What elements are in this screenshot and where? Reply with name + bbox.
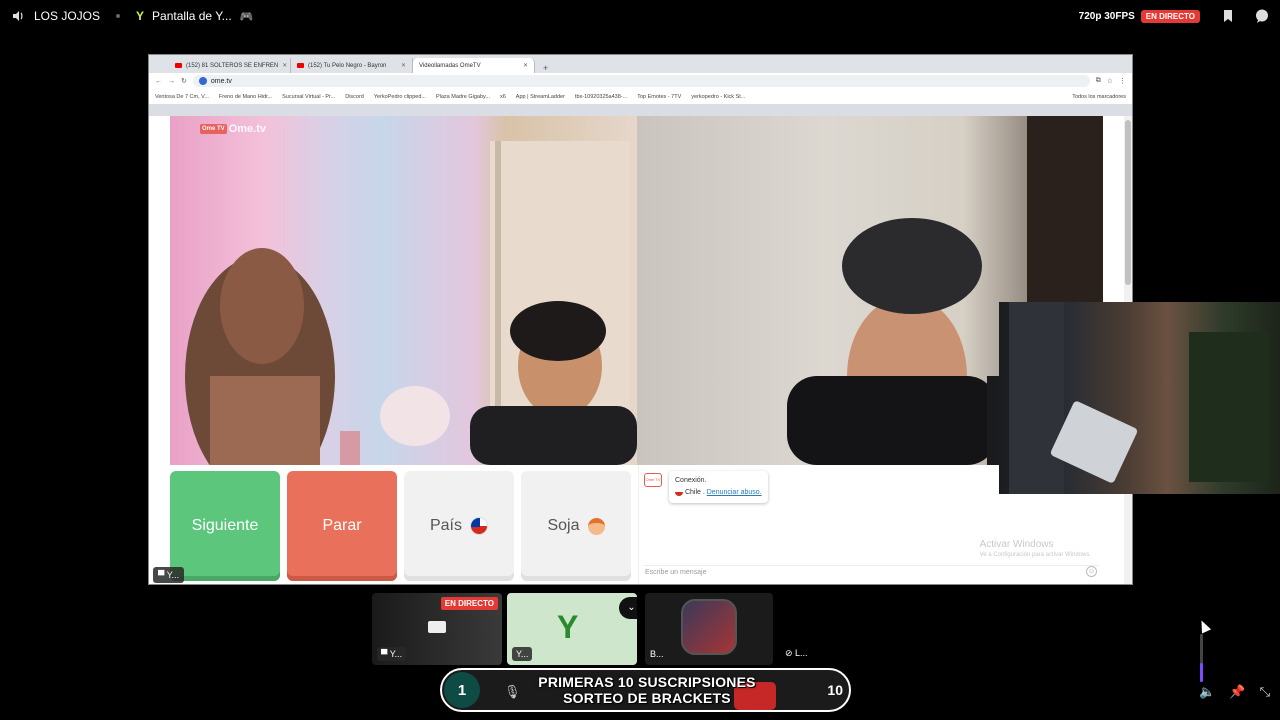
close-tab-icon[interactable]: ✕: [401, 62, 406, 69]
ometv-page: Ome TV Ome.tv Siguiente Parar País Soja O…: [149, 116, 1132, 584]
chile-flag-icon: [470, 517, 488, 535]
country-name: Chile: [684, 489, 701, 496]
sub-count-current: 1: [444, 672, 480, 708]
forward-icon[interactable]: →: [168, 78, 175, 85]
speaker-icon[interactable]: [10, 8, 26, 24]
stream-control-bar: 1 🎙 PRIMERAS 10 SUSCRIPSIONES SORTEO DE …: [440, 668, 851, 712]
emoji-icon[interactable]: ☺: [1086, 566, 1097, 577]
browser-tab[interactable]: (152) 81 SOLTEROS SE ENFREN ✕: [169, 58, 291, 73]
gender-button[interactable]: Soja: [521, 471, 631, 581]
stop-button[interactable]: Parar: [287, 471, 397, 581]
new-tab-icon[interactable]: +: [535, 63, 556, 73]
next-button[interactable]: Siguiente: [170, 471, 280, 581]
gamepad-icon: 🎮: [239, 10, 254, 23]
browser-tab-strip: (152) 81 SOLTEROS SE ENFREN ✕ (152) Tu Pe…: [149, 55, 1132, 73]
reload-icon[interactable]: ↻: [181, 77, 187, 85]
volume-fill: [1200, 662, 1203, 682]
bookmark-item-all[interactable]: Todos los marcadores: [1072, 94, 1126, 100]
streamer-camera-overlay: [999, 302, 1280, 494]
boy-emoji-icon: [587, 517, 605, 535]
bookmark-item[interactable]: YerkoPedro clipped...: [374, 94, 426, 100]
stream-title[interactable]: Pantalla de Y...: [152, 9, 232, 23]
back-icon[interactable]: ←: [155, 78, 162, 85]
tile-label: Y...: [512, 647, 533, 661]
browser-tab-active[interactable]: Videollamadas OmeTV ✕: [413, 58, 535, 73]
close-tab-icon[interactable]: ✕: [523, 62, 528, 69]
tile-menu-button[interactable]: ⌄ 👥: [619, 597, 637, 619]
bookmark-item[interactable]: App | StreamLadder: [516, 94, 565, 100]
bookmark-item[interactable]: Plaza Madre Gigaby...: [436, 94, 490, 100]
youtube-icon: [297, 63, 304, 68]
menu-dots-icon[interactable]: ⋮: [1119, 77, 1126, 85]
chile-flag-small-icon: [675, 488, 683, 497]
muted-icon: ⊘: [785, 648, 796, 658]
browser-tab[interactable]: (152) Tu Pelo Negro - Bayron ✕: [291, 58, 413, 73]
bookmarks-bar: Ventosa De 7 Cm, V... Freno de Mano Hidr…: [149, 89, 1132, 105]
bookmark-icon[interactable]: [1220, 8, 1236, 24]
scrollbar-thumb[interactable]: [1125, 120, 1131, 285]
participant-tile-active[interactable]: Y ⌄ 👥 Y...: [507, 593, 637, 665]
chat-message-input[interactable]: Escribe un mensaje: [643, 565, 1099, 579]
connection-message: Conexión. Chile . Denunciar abuso.: [669, 471, 768, 503]
mouse-cursor-icon: [1196, 618, 1212, 634]
country-button[interactable]: País: [404, 471, 514, 581]
address-bar-row: ← → ↻ ome.tv ⧉ ☆ ⋮: [149, 73, 1132, 89]
stream-view-controls: 🔈 📌 ⤡: [1199, 684, 1270, 700]
windows-activation-watermark: Activar Windows Ve a Configuración para …: [979, 539, 1091, 558]
ometv-logo-badge: Ome TV: [200, 124, 227, 135]
quality-label: 720p 30FPS: [1078, 10, 1135, 22]
server-name[interactable]: LOS JOJOS: [34, 9, 100, 23]
ometv-logo: Ome TV Ome.tv: [200, 123, 266, 135]
chat-bubble-icon[interactable]: [1254, 8, 1270, 24]
report-abuse-link[interactable]: Denunciar abuso.: [707, 489, 762, 496]
bookmark-item[interactable]: tbx-10920325a438-...: [575, 94, 627, 100]
tile-label: ▀ Y...: [377, 647, 407, 661]
bookmark-item[interactable]: Top Emotes - 7TV: [637, 94, 681, 100]
top-bar: LOS JOJOS Y Pantalla de Y... 🎮 720p 30FP…: [0, 0, 1280, 32]
star-icon[interactable]: ☆: [1107, 77, 1113, 85]
bookmark-item[interactable]: Sucursal Virtual - Pr...: [282, 94, 335, 100]
close-tab-icon[interactable]: ✕: [282, 62, 287, 69]
shared-screen: (152) 81 SOLTEROS SE ENFREN ✕ (152) Tu Pe…: [148, 54, 1133, 585]
screen-sharer-tag: ▀ Y...: [153, 567, 185, 583]
tile-label: B...: [650, 649, 664, 659]
live-badge: EN DIRECTO: [1140, 9, 1200, 23]
volume-slider[interactable]: [1200, 634, 1203, 682]
yp-avatar-icon: Y: [557, 609, 579, 645]
tile-label: ⊘ L...: [785, 648, 808, 658]
bookmark-item[interactable]: Discord: [345, 94, 364, 100]
bookmark-item[interactable]: yerkopedro - Kick St...: [691, 94, 745, 100]
screen-share-icon: [428, 621, 446, 633]
separator-dot: [116, 14, 121, 18]
youtube-icon: [175, 63, 182, 68]
sub-count-goal: 10: [827, 682, 843, 698]
subscription-goal-banner: PRIMERAS 10 SUSCRIPSIONES SORTEO DE BRAC…: [538, 674, 756, 706]
pin-icon[interactable]: 📌: [1229, 684, 1245, 700]
volume-icon[interactable]: 🔈: [1199, 684, 1215, 700]
participant-tile[interactable]: EN DIRECTO ▀ Y...: [372, 593, 502, 665]
bookmark-item[interactable]: x6: [500, 94, 506, 100]
participant-avatar: [681, 599, 737, 655]
participant-tile[interactable]: ⊘ L...: [780, 593, 870, 665]
participant-tile[interactable]: B...: [645, 593, 773, 665]
tile-live-badge: EN DIRECTO: [440, 597, 498, 610]
bookmark-item[interactable]: Freno de Mano Hidr...: [219, 94, 272, 100]
partner-video: Ome TV Ome.tv: [170, 116, 637, 465]
site-info-icon: [198, 77, 207, 85]
exit-fullscreen-icon[interactable]: ⤡: [1260, 684, 1270, 700]
extensions-icon[interactable]: ⧉: [1096, 77, 1101, 85]
url-field[interactable]: ome.tv: [192, 75, 1090, 87]
yp-logo-icon: Y: [136, 9, 145, 23]
ometv-chat-avatar-icon: Ome TV: [644, 473, 662, 487]
bookmark-item[interactable]: Ventosa De 7 Cm, V...: [155, 94, 209, 100]
